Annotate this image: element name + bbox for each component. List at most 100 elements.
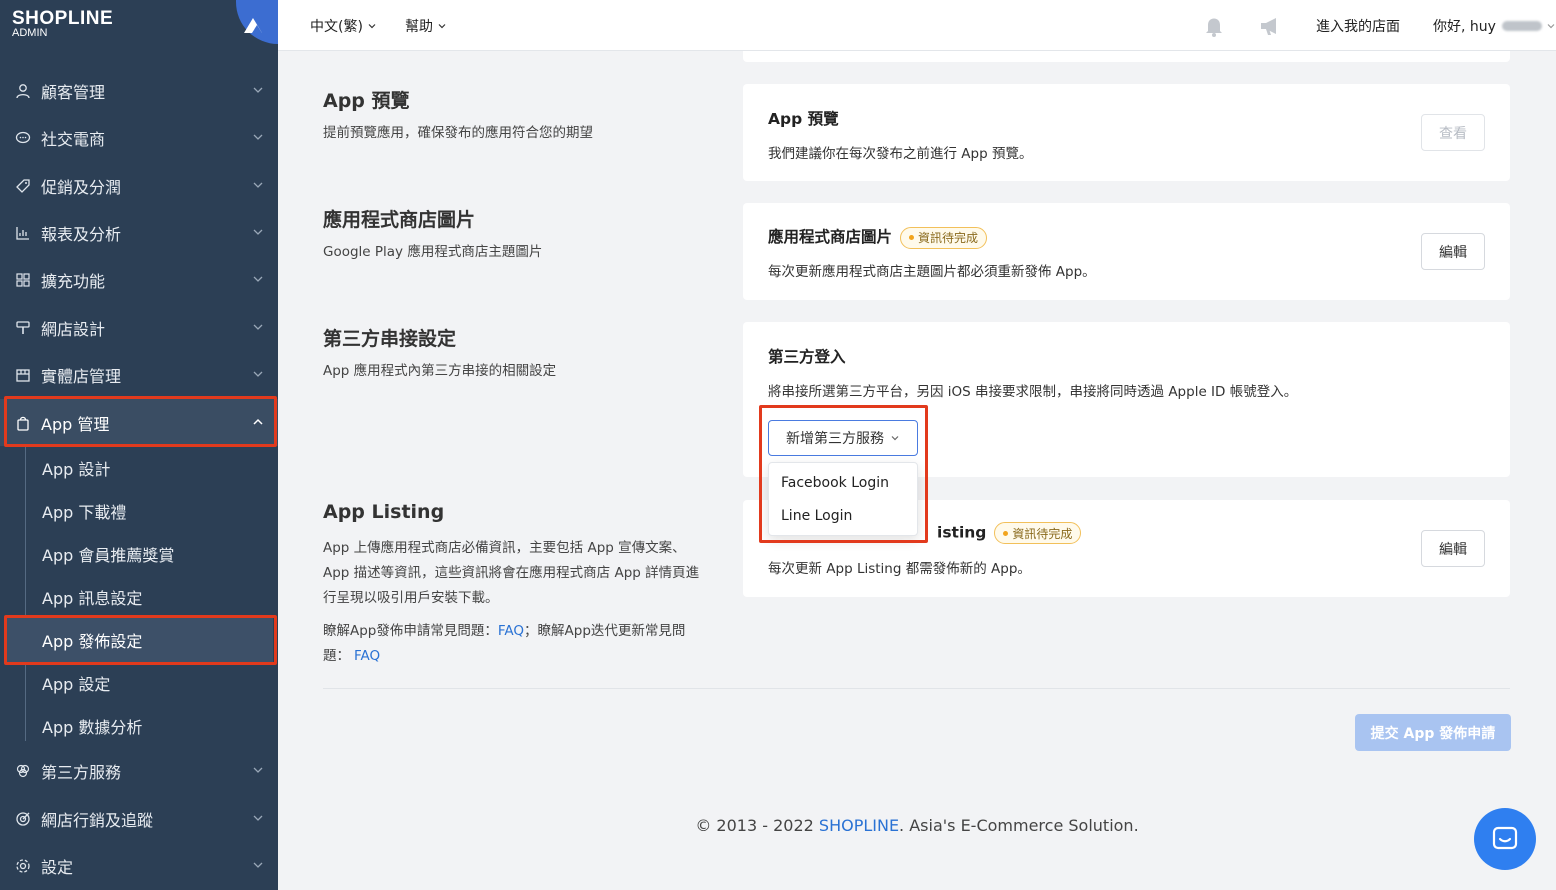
paint-icon <box>13 318 33 338</box>
sidebar-subitem-app-messages[interactable]: App 訊息設定 <box>42 577 142 617</box>
sidebar-item-label: 第三方服務 <box>41 762 122 782</box>
topbar: 中文(繁) 幫助 進入我的店面 你好, huy <box>278 0 1556 51</box>
language-selector[interactable]: 中文(繁) <box>310 16 377 36</box>
badge-label: 資訊待完成 <box>918 231 979 245</box>
card-title: 第三方登入 <box>768 348 846 366</box>
language-label: 中文(繁) <box>310 19 363 35</box>
section-desc-preview: 提前預覽應用，確保發布的應用符合您的期望 <box>323 125 593 141</box>
chevron-down-icon <box>368 24 376 29</box>
card-title-row: isting 資訊待完成 <box>937 522 1082 544</box>
card-title-row: 應用程式商店圖片 資訊待完成 <box>768 225 988 249</box>
footer: © 2013 - 2022 SHOPLINE. Asia's E-Commerc… <box>0 816 1556 835</box>
chevron-down-icon <box>253 862 263 868</box>
chevron-down-icon <box>253 87 263 93</box>
submit-app-publish-button[interactable]: 提交 App 發佈申請 <box>1355 714 1511 751</box>
faq-line-2: 題： FAQ <box>323 644 380 668</box>
sidebar-item-label: 實體店管理 <box>41 366 122 386</box>
collapse-sidebar-button[interactable] <box>236 0 278 44</box>
status-badge: 資訊待完成 <box>994 522 1082 544</box>
sidebar-subitem-app-referral[interactable]: App 會員推薦獎賞 <box>42 534 174 574</box>
user-icon <box>13 81 33 101</box>
sidebar-subitem-app-analytics[interactable]: App 數據分析 <box>42 706 142 746</box>
chevron-down-icon <box>253 324 263 330</box>
sidebar-item-store-design[interactable]: 網店設計 <box>0 304 278 351</box>
card-title: 應用程式商店圖片 <box>768 228 893 246</box>
chevron-down-icon <box>1547 24 1555 29</box>
card-title: isting <box>937 523 987 542</box>
chevron-down-icon <box>253 767 263 773</box>
store-icon <box>13 365 33 385</box>
card-store-images: 應用程式商店圖片 資訊待完成 每次更新應用程式商店主題圖片都必須重新發佈 App。… <box>743 203 1510 300</box>
section-desc-listing-3: 行呈現以吸引用戶安裝下載。 <box>323 590 499 606</box>
mountain-icon <box>244 18 262 33</box>
faq-prefix: 瞭解App發佈申請常見問題： <box>323 623 498 639</box>
chat-button[interactable] <box>1474 808 1536 870</box>
sidebar-subitem-app-download-gift[interactable]: App 下載禮 <box>42 491 126 531</box>
section-desc-listing-1: App 上傳應用程式商店必備資訊，主要包括 App 宣傳文案、 <box>323 540 686 556</box>
card-desc: 每次更新應用程式商店主題圖片都必須重新發佈 App。 <box>768 264 1096 280</box>
help-label: 幫助 <box>405 19 433 35</box>
sidebar-item-reports[interactable]: 報表及分析 <box>0 209 278 256</box>
footer-brand-link[interactable]: SHOPLINE <box>819 816 899 835</box>
sidebar-item-social-commerce[interactable]: 社交電商 <box>0 114 278 161</box>
chevron-down-icon <box>253 276 263 282</box>
sidebar-item-customers[interactable]: 顧客管理 <box>0 67 278 114</box>
card-desc: 每次更新 App Listing 都需發佈新的 App。 <box>768 561 1031 577</box>
help-menu[interactable]: 幫助 <box>405 16 447 36</box>
circles-icon <box>13 761 33 781</box>
divider <box>323 688 1510 689</box>
sidebar-item-third-party[interactable]: 第三方服務 <box>0 747 278 794</box>
highlight-box-app-publish <box>4 615 277 665</box>
bell-icon[interactable] <box>1202 14 1226 38</box>
footer-prefix: © 2013 - 2022 <box>695 816 814 835</box>
tag-icon <box>13 176 33 196</box>
section-desc-listing-2: App 描述等資訊，這些資訊將會在應用程式商店 App 詳情頁進 <box>323 565 700 581</box>
sidebar-subitem-app-design[interactable]: App 設計 <box>42 448 110 488</box>
sidebar-item-label: 社交電商 <box>41 129 106 149</box>
chat-icon <box>13 128 33 148</box>
card-desc: 將串接所選第三方平台，另因 iOS 串接要求限制，串接將同時透過 Apple I… <box>768 384 1298 400</box>
sidebar-item-label: 設定 <box>41 857 74 877</box>
section-desc-store-images: Google Play 應用程式商店主題圖片 <box>323 244 543 260</box>
section-title-preview: App 預覽 <box>323 90 410 112</box>
blurred-username <box>1501 21 1542 31</box>
card-title: App 預覽 <box>768 110 839 128</box>
chevron-down-icon <box>253 134 263 140</box>
sidebar-item-label: 網店設計 <box>41 319 106 339</box>
edit-store-images-button[interactable]: 編輯 <box>1421 233 1485 270</box>
highlight-box-dropdown <box>759 405 928 543</box>
status-dot <box>1003 530 1009 536</box>
sidebar-item-promotions[interactable]: 促銷及分潤 <box>0 162 278 209</box>
faq-link-update[interactable]: FAQ <box>354 648 380 664</box>
sidebar-item-settings[interactable]: 設定 <box>0 842 278 889</box>
faq-line-1: 瞭解App發佈申請常見問題：FAQ；瞭解App迭代更新常見問 <box>323 619 685 643</box>
edit-listing-button[interactable]: 編輯 <box>1421 530 1485 567</box>
chart-icon <box>13 223 33 243</box>
chevron-down-icon <box>253 182 263 188</box>
faq-mid: ；瞭解App迭代更新常見問 <box>524 623 686 639</box>
megaphone-icon[interactable] <box>1258 14 1286 38</box>
sidebar-item-extensions[interactable]: 擴充功能 <box>0 256 278 303</box>
section-title-listing: App Listing <box>323 501 445 523</box>
section-desc-third-party: App 應用程式內第三方串接的相關設定 <box>323 363 557 379</box>
section-title-store-images: 應用程式商店圖片 <box>323 209 476 231</box>
view-preview-button[interactable]: 查看 <box>1421 114 1485 151</box>
sidebar-item-label: 顧客管理 <box>41 82 106 102</box>
faq-link-publish[interactable]: FAQ <box>498 623 524 639</box>
greeting-label: 你好, huy <box>1433 19 1496 35</box>
card-desc: 我們建議你在每次發布之前進行 App 預覽。 <box>768 146 1033 162</box>
user-menu[interactable]: 你好, huy <box>1433 16 1556 36</box>
brand-logo[interactable]: SHOPLINE ADMIN <box>12 8 113 39</box>
faq-prefix: 題： <box>323 648 350 664</box>
sidebar-item-physical-store[interactable]: 實體店管理 <box>0 351 278 398</box>
footer-suffix: . Asia's E-Commerce Solution. <box>899 816 1139 835</box>
chat-bubble-icon <box>1492 826 1518 850</box>
enter-store-link[interactable]: 進入我的店面 <box>1316 16 1400 36</box>
badge-label: 資訊待完成 <box>1012 526 1073 541</box>
section-title-third-party: 第三方串接設定 <box>323 328 457 350</box>
chevron-down-icon <box>253 371 263 377</box>
previous-card-bottom <box>743 51 1510 62</box>
sidebar-subitem-app-settings[interactable]: App 設定 <box>42 663 110 703</box>
grid-icon <box>13 270 33 290</box>
sidebar-item-label: 促銷及分潤 <box>41 177 122 197</box>
